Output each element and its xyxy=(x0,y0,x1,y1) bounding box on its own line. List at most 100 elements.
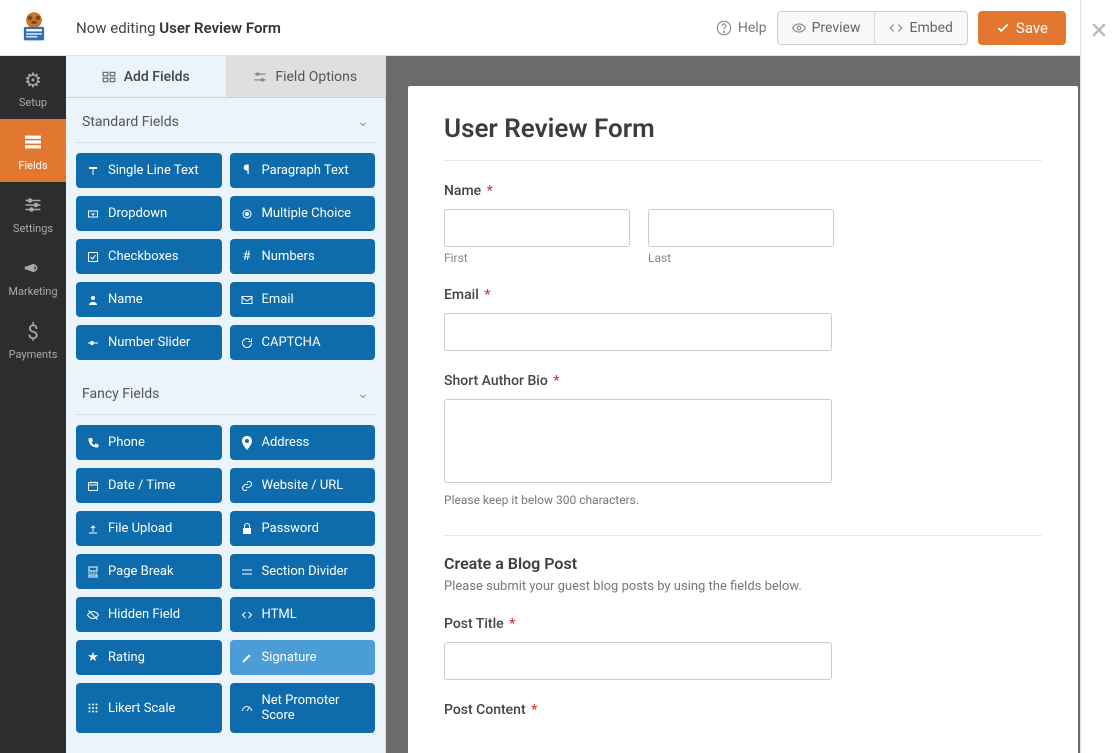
save-label: Save xyxy=(1016,19,1048,37)
field-rating[interactable]: ★Rating xyxy=(76,640,222,675)
field-signature[interactable]: Signature xyxy=(230,640,376,675)
preview-button[interactable]: Preview xyxy=(778,12,875,44)
field-dropdown[interactable]: Dropdown xyxy=(76,196,222,231)
bio-label: Short Author Bio * xyxy=(444,373,1042,389)
required-asterisk: * xyxy=(553,373,559,389)
upload-icon xyxy=(86,522,100,536)
eye-icon xyxy=(792,21,806,35)
hash-icon: # xyxy=(240,250,254,264)
blog-section-title: Create a Blog Post xyxy=(444,535,1042,573)
nav-marketing[interactable]: Marketing xyxy=(0,245,66,308)
dropdown-icon xyxy=(86,207,100,221)
close-icon xyxy=(1089,20,1109,40)
field-post-content-block[interactable]: Post Content * xyxy=(444,702,1042,718)
email-icon xyxy=(240,293,254,307)
help-icon xyxy=(716,20,732,36)
canvas-area[interactable]: User Review Form Name * First Last Email… xyxy=(386,56,1080,753)
field-paragraph-text[interactable]: ¶Paragraph Text xyxy=(230,153,376,188)
form-icon xyxy=(0,131,66,155)
field-address[interactable]: Address xyxy=(230,425,376,460)
nav-fields-label: Fields xyxy=(18,159,47,172)
fancy-fields-title: Fancy Fields xyxy=(82,386,159,402)
field-net-promoter-score[interactable]: Net Promoter Score xyxy=(230,683,376,733)
email-input[interactable] xyxy=(444,313,832,351)
field-numbers[interactable]: #Numbers xyxy=(230,239,376,274)
standard-fields-header[interactable]: Standard Fields ⌄ xyxy=(76,98,375,143)
field-password[interactable]: Password xyxy=(230,511,376,546)
tab-options-label: Field Options xyxy=(275,69,357,85)
dollar-icon: $ xyxy=(0,320,66,344)
wpforms-logo-icon xyxy=(16,10,52,46)
nav-setup[interactable]: ⚙ Setup xyxy=(0,56,66,119)
right-gutter xyxy=(1080,0,1116,753)
topbar: Now editing User Review Form Help Previe… xyxy=(0,0,1080,56)
nav-settings-label: Settings xyxy=(13,222,53,235)
field-date-time[interactable]: Date / Time xyxy=(76,468,222,503)
tab-add-fields[interactable]: Add Fields xyxy=(66,56,226,97)
tab-add-label: Add Fields xyxy=(124,69,190,85)
field-checkboxes[interactable]: Checkboxes xyxy=(76,239,222,274)
nav-payments[interactable]: $ Payments xyxy=(0,308,66,371)
star-icon: ★ xyxy=(86,651,100,665)
name-last-col: Last xyxy=(648,209,834,265)
field-hidden-field[interactable]: Hidden Field xyxy=(76,597,222,632)
captcha-icon xyxy=(240,336,254,350)
name-first-col: First xyxy=(444,209,630,265)
email-label: Email * xyxy=(444,287,1042,303)
field-phone[interactable]: Phone xyxy=(76,425,222,460)
nav-settings[interactable]: Settings xyxy=(0,182,66,245)
fancy-fields-grid: Phone Address Date / Time Website / URL … xyxy=(76,415,375,743)
nav-fields[interactable]: Fields xyxy=(0,119,66,182)
checkbox-icon xyxy=(86,250,100,264)
last-name-input[interactable] xyxy=(648,209,834,247)
divider-icon xyxy=(240,565,254,579)
phone-icon xyxy=(86,436,100,450)
field-file-upload[interactable]: File Upload xyxy=(76,511,222,546)
required-asterisk: * xyxy=(509,616,515,632)
field-website-url[interactable]: Website / URL xyxy=(230,468,376,503)
side-scroll[interactable]: Standard Fields ⌄ Single Line Text ¶Para… xyxy=(66,98,385,753)
field-email-block[interactable]: Email * xyxy=(444,287,1042,351)
nav-payments-label: Payments xyxy=(9,348,58,361)
first-name-input[interactable] xyxy=(444,209,630,247)
left-nav: ⚙ Setup Fields Settings Marketing $ Paym… xyxy=(0,56,66,753)
field-html[interactable]: HTML xyxy=(230,597,376,632)
gauge-icon xyxy=(240,701,254,715)
field-name[interactable]: Name xyxy=(76,282,222,317)
bio-helper: Please keep it below 300 characters. xyxy=(444,493,1042,507)
field-multiple-choice[interactable]: Multiple Choice xyxy=(230,196,376,231)
help-label: Help xyxy=(738,20,767,36)
tab-field-options[interactable]: Field Options xyxy=(226,56,386,97)
link-icon xyxy=(240,479,254,493)
lock-icon xyxy=(240,522,254,536)
preview-label: Preview xyxy=(812,20,861,36)
bullhorn-icon xyxy=(0,257,66,281)
post-title-label: Post Title * xyxy=(444,616,1042,632)
field-email[interactable]: Email xyxy=(230,282,376,317)
field-page-break[interactable]: Page Break xyxy=(76,554,222,589)
save-button[interactable]: Save xyxy=(978,11,1066,45)
fancy-fields-header[interactable]: Fancy Fields ⌄ xyxy=(76,370,375,415)
field-single-line-text[interactable]: Single Line Text xyxy=(76,153,222,188)
standard-fields-grid: Single Line Text ¶Paragraph Text Dropdow… xyxy=(76,143,375,370)
required-asterisk: * xyxy=(487,183,493,199)
post-title-input[interactable] xyxy=(444,642,832,680)
field-bio-block[interactable]: Short Author Bio * Please keep it below … xyxy=(444,373,1042,507)
close-button[interactable] xyxy=(1089,20,1109,40)
field-section-divider[interactable]: Section Divider xyxy=(230,554,376,589)
topbar-actions: Help Preview Embed Save xyxy=(716,11,1080,45)
field-number-slider[interactable]: Number Slider xyxy=(76,325,222,360)
field-name-block[interactable]: Name * First Last xyxy=(444,183,1042,265)
embed-button[interactable]: Embed xyxy=(874,12,966,44)
blog-section-desc: Please submit your guest blog posts by u… xyxy=(444,579,1042,594)
bio-textarea[interactable] xyxy=(444,399,832,483)
sliders-icon xyxy=(0,194,66,218)
embed-label: Embed xyxy=(909,20,952,36)
help-link[interactable]: Help xyxy=(716,20,767,36)
app-logo xyxy=(12,6,56,50)
field-captcha[interactable]: CAPTCHA xyxy=(230,325,376,360)
field-post-title-block[interactable]: Post Title * xyxy=(444,616,1042,680)
required-asterisk: * xyxy=(484,287,490,303)
field-likert-scale[interactable]: Likert Scale xyxy=(76,683,222,733)
eye-off-icon xyxy=(86,608,100,622)
